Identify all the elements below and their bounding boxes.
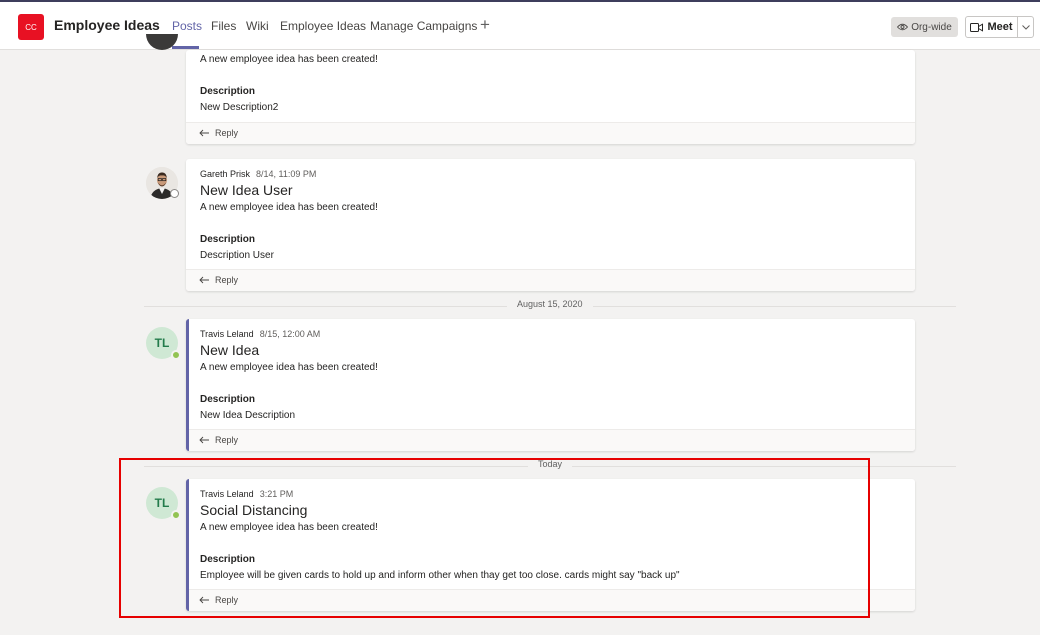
post-timestamp: 3:21 PM <box>259 489 294 499</box>
meet-button[interactable]: Meet <box>965 16 1034 38</box>
post-meta: Gareth Prisk 8/14, 11:09 PM <box>200 169 316 179</box>
meet-now-button[interactable]: Meet <box>966 17 1017 37</box>
reply-label: Reply <box>215 595 239 605</box>
reply-bar: Reply <box>189 589 915 611</box>
date-divider-label: Today <box>528 459 573 469</box>
post-card: Travis Leland 3:21 PM Social Distancing A… <box>186 479 915 611</box>
tab-files[interactable]: Files <box>211 19 236 33</box>
avatar-initials[interactable]: TL <box>146 487 181 520</box>
tab-wiki[interactable]: Wiki <box>246 19 269 33</box>
presence-offline-icon <box>170 189 179 198</box>
avatar-initials[interactable]: TL <box>146 327 181 360</box>
description-label: Description <box>200 234 256 245</box>
reply-button[interactable]: Reply <box>199 435 238 445</box>
author-name[interactable]: Travis Leland <box>200 489 254 499</box>
post-title: Social Distancing <box>200 502 308 518</box>
reply-label: Reply <box>215 435 239 445</box>
post-body: A new employee idea has been created! <box>200 362 378 373</box>
tab-manage-campaigns[interactable]: Manage Campaigns <box>370 19 477 33</box>
reply-arrow-icon <box>199 129 209 137</box>
post-timestamp: 8/15, 12:00 AM <box>259 329 321 339</box>
reply-button[interactable]: Reply <box>199 275 238 285</box>
video-camera-icon <box>970 22 984 32</box>
reply-bar: Reply <box>186 122 915 144</box>
description-text: Employee will be given cards to hold up … <box>200 570 680 581</box>
description-label: Description <box>200 394 256 405</box>
post-meta: Travis Leland 3:21 PM <box>200 489 293 499</box>
reply-label: Reply <box>215 128 239 138</box>
post-card: Travis Leland 8/15, 12:00 AM New Idea A n… <box>186 319 915 451</box>
post-meta: Travis Leland 8/15, 12:00 AM <box>200 329 320 339</box>
author-name[interactable]: Travis Leland <box>200 329 254 339</box>
author-name[interactable]: Gareth Prisk <box>200 169 250 179</box>
reply-arrow-icon <box>199 436 209 444</box>
channel-title: Employee Ideas <box>54 17 160 33</box>
description-text: Description User <box>200 250 274 261</box>
meet-label: Meet <box>987 21 1013 33</box>
post-body: A new employee idea has been created! <box>200 54 378 65</box>
post-card: Gareth Prisk 8/14, 11:09 PM New Idea User… <box>186 159 915 291</box>
avatar-photo[interactable] <box>146 167 179 199</box>
reply-label: Reply <box>215 275 239 285</box>
chevron-down-icon <box>1022 24 1030 30</box>
avatar-initials-text: TL <box>154 336 170 350</box>
meet-options-button[interactable] <box>1018 17 1034 37</box>
org-wide-label: Org-wide <box>911 21 952 33</box>
tab-posts[interactable]: Posts <box>172 19 202 33</box>
post-title: New Idea <box>200 342 260 358</box>
eye-icon <box>897 23 909 31</box>
post-body: A new employee idea has been created! <box>200 202 378 213</box>
description-label: Description <box>200 86 256 97</box>
reply-button[interactable]: Reply <box>199 595 238 605</box>
description-text: New Description2 <box>200 102 279 113</box>
reply-arrow-icon <box>199 596 209 604</box>
post-title: New Idea User <box>200 182 293 198</box>
reply-bar: Reply <box>186 269 915 291</box>
presence-available-icon <box>171 350 181 360</box>
post-timestamp: 8/14, 11:09 PM <box>256 169 317 179</box>
description-label: Description <box>200 554 256 565</box>
avatar-initials-text: TL <box>154 496 170 510</box>
tab-employee-ideas[interactable]: Employee Ideas <box>280 19 366 33</box>
team-avatar[interactable]: CC <box>18 14 44 40</box>
reply-bar: Reply <box>189 429 915 451</box>
org-wide-badge: Org-wide <box>891 17 958 37</box>
date-divider-label: August 15, 2020 <box>507 299 593 309</box>
add-tab-button[interactable]: + <box>480 15 490 35</box>
post-body: A new employee idea has been created! <box>200 522 378 533</box>
active-tab-indicator <box>172 46 199 49</box>
reply-arrow-icon <box>199 276 209 284</box>
presence-available-icon <box>171 510 181 520</box>
post-card: A new employee idea has been created! De… <box>186 50 915 144</box>
reply-button[interactable]: Reply <box>199 128 238 138</box>
description-text: New Idea Description <box>200 410 296 421</box>
